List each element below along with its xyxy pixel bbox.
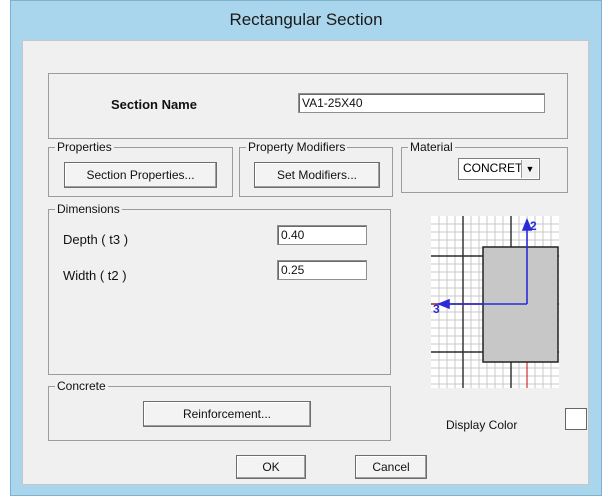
axis-2-label: 2	[530, 219, 537, 233]
display-color-swatch[interactable]	[565, 408, 587, 430]
depth-label: Depth ( t3 )	[63, 232, 129, 247]
chevron-down-icon[interactable]: ▼	[521, 160, 538, 178]
display-color-label: Display Color	[446, 418, 518, 432]
reinforcement-button[interactable]: Reinforcement...	[143, 401, 311, 427]
axis-3-label: 3	[433, 302, 440, 316]
set-modifiers-button[interactable]: Set Modifiers...	[254, 162, 380, 188]
concrete-group: Concrete Reinforcement...	[48, 379, 391, 441]
dialog-window: Rectangular Section Section Name VA1-25X…	[10, 0, 602, 496]
title-bar[interactable]: Rectangular Section	[11, 1, 601, 39]
property-modifiers-group-label: Property Modifiers	[246, 140, 348, 154]
width-label: Width ( t2 )	[63, 268, 127, 283]
properties-group-label: Properties	[55, 140, 114, 154]
concrete-group-label: Concrete	[55, 379, 108, 393]
ok-button[interactable]: OK	[236, 455, 306, 479]
section-preview-canvas: 2 3	[431, 216, 559, 388]
section-name-group: Section Name VA1-25X40	[48, 73, 568, 139]
width-input[interactable]: 0.25	[277, 260, 367, 280]
property-modifiers-group: Property Modifiers Set Modifiers...	[239, 140, 393, 197]
dialog-client-area: Section Name VA1-25X40 Properties Sectio…	[22, 40, 589, 485]
properties-group: Properties Section Properties...	[48, 140, 233, 197]
material-group-label: Material	[408, 140, 455, 154]
depth-input[interactable]: 0.40	[277, 225, 367, 245]
material-group: Material CONCRETC ▼	[401, 140, 568, 193]
dimensions-group-label: Dimensions	[55, 202, 122, 216]
dimensions-group: Dimensions Depth ( t3 ) 0.40 Width ( t2 …	[48, 202, 391, 375]
dialog-title: Rectangular Section	[229, 10, 383, 29]
section-name-label: Section Name	[111, 97, 197, 112]
section-properties-button[interactable]: Section Properties...	[64, 162, 217, 188]
section-name-input[interactable]: VA1-25X40	[298, 93, 545, 113]
cancel-button[interactable]: Cancel	[355, 455, 427, 479]
material-dropdown[interactable]: CONCRETC ▼	[458, 158, 540, 180]
